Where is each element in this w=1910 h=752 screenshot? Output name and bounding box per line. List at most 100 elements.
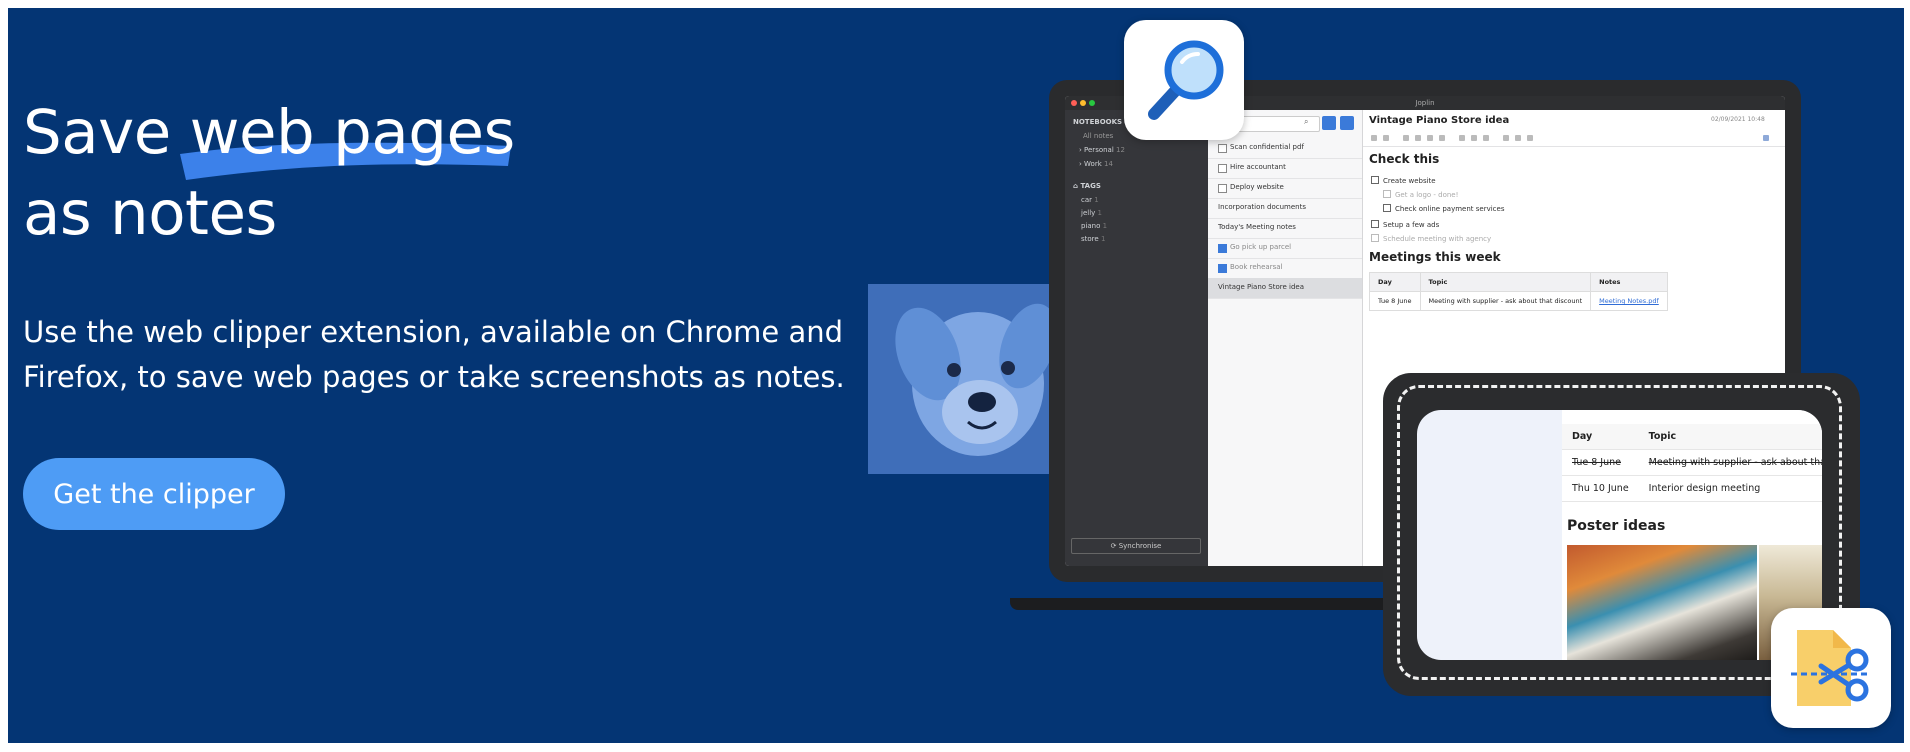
tag-label: car [1081,196,1093,204]
synchronise-button[interactable]: ⟳ Synchronise [1071,538,1201,554]
todo-checkbox[interactable] [1218,264,1227,273]
meetings-table: Day Topic Notes Tue 8 June Meeting with … [1369,272,1668,311]
bullet-list-icon[interactable] [1503,135,1509,141]
checkbox[interactable] [1383,190,1391,198]
back-icon[interactable] [1371,135,1377,141]
clipper-app-icon [1771,608,1891,728]
strike-icon[interactable] [1439,135,1445,141]
table-cell: Tue 8 June [1562,449,1639,476]
sidebar-notebook-work[interactable]: › Work 14 [1079,160,1113,168]
tags-header-label: TAGS [1080,182,1101,190]
clip-preview: Day Topic Tue 8 June Meeting with suppli… [1417,410,1822,660]
hero-description: Use the web clipper extension, available… [23,315,845,394]
note-list: ⌕ Scan confidential pdf Hire accountant … [1208,110,1363,566]
note-list-item[interactable]: Deploy website [1208,178,1362,199]
link-icon[interactable] [1459,135,1465,141]
notebook-count: 14 [1104,160,1113,168]
checklist-label: Create website [1383,177,1436,185]
note-list-item[interactable]: Go pick up parcel [1208,238,1362,259]
tag-icon: ⌂ [1073,182,1079,190]
checklist-label: Schedule meeting with agency [1383,235,1492,243]
headline-part1: Save [23,97,190,168]
notebook-label: Work [1084,160,1102,168]
notebook-count: 12 [1116,146,1125,154]
note-list-item[interactable]: Scan confidential pdf [1208,138,1362,159]
checklist-icon[interactable] [1527,135,1533,141]
search-app-icon [1124,20,1244,140]
new-todo-button[interactable] [1322,116,1336,130]
tags-header[interactable]: ⌂ TAGS [1073,182,1101,190]
column-header: Topic [1419,272,1592,292]
sidebar-all-notes[interactable]: All notes [1083,132,1113,140]
todo-checkbox[interactable] [1218,144,1227,153]
tag-label: store [1081,235,1099,243]
column-header: Day [1369,272,1421,292]
sidebar-tag-jelly[interactable]: jelly 1 [1081,209,1102,217]
checkbox[interactable] [1371,176,1379,184]
note-list-item[interactable]: Incorporation documents [1208,198,1362,219]
layout-toggle-icon[interactable] [1763,135,1769,141]
clip-table: Day Topic Tue 8 June Meeting with suppli… [1562,424,1822,502]
headline-line2: as notes [23,178,277,249]
forward-icon[interactable] [1383,135,1389,141]
bold-icon[interactable] [1403,135,1409,141]
note-list-item-selected[interactable]: Vintage Piano Store idea [1208,278,1362,299]
table-header-row: Day Topic Notes [1369,272,1668,292]
hero-banner: Save web pages as notes Use the web clip… [8,8,1904,743]
checklist-item[interactable]: Get a logo - done! [1383,190,1458,199]
close-window-icon[interactable] [1071,100,1077,106]
piano-photo [1567,545,1757,660]
numbered-list-icon[interactable] [1515,135,1521,141]
checkbox[interactable] [1383,204,1391,212]
note-list-item[interactable]: Hire accountant [1208,158,1362,179]
highlight-icon[interactable] [1427,135,1433,141]
checkbox[interactable] [1371,220,1379,228]
note-title: Book rehearsal [1230,263,1283,271]
note-title-field[interactable]: Vintage Piano Store idea [1369,115,1509,126]
column-header: Topic [1638,424,1822,450]
minimize-window-icon[interactable] [1080,100,1086,106]
table-cell: Tue 8 June [1369,291,1421,311]
todo-checkbox[interactable] [1218,244,1227,253]
table-cell: Meeting with supplier - ask about that d… [1419,291,1592,311]
checklist-item[interactable]: Create website [1371,176,1436,185]
maximize-window-icon[interactable] [1089,100,1095,106]
checklist-item[interactable]: Check online payment services [1383,204,1504,213]
note-date: 02/09/2021 10:48 [1711,116,1765,123]
column-header: Day [1562,424,1639,450]
new-note-button[interactable] [1340,116,1354,130]
search-icon: ⌕ [1304,117,1309,126]
sidebar-notebook-personal[interactable]: › Personal 12 [1079,146,1125,154]
note-title: Incorporation documents [1218,203,1307,211]
table-cell: Thu 10 June [1562,475,1639,502]
sidebar-tag-piano[interactable]: piano 1 [1081,222,1107,230]
dog-photo [868,284,1050,474]
sidebar-tag-store[interactable]: store 1 [1081,235,1105,243]
tag-count: 1 [1100,235,1106,243]
note-list-item[interactable]: Today's Meeting notes [1208,218,1362,239]
attach-icon[interactable] [1483,135,1489,141]
todo-checkbox[interactable] [1218,164,1227,173]
sidebar-tag-car[interactable]: car 1 [1081,196,1099,204]
checklist-item[interactable]: Schedule meeting with agency [1371,234,1491,243]
attachment-link[interactable]: Meeting Notes.pdf [1590,291,1668,311]
note-list-item[interactable]: Book rehearsal [1208,258,1362,279]
magnifier-icon [1148,40,1224,120]
checkbox[interactable] [1371,234,1379,242]
checklist-label: Get a logo - done! [1395,191,1459,199]
sync-icon: ⟳ [1110,542,1117,550]
todo-checkbox[interactable] [1218,184,1227,193]
get-clipper-button[interactable]: Get the clipper [23,458,285,530]
checklist-label: Setup a few ads [1383,221,1440,229]
checklist-label: Check online payment services [1395,205,1505,213]
table-cell: Meeting with supplier - ask about that d… [1638,449,1822,476]
tag-label: jelly [1081,209,1096,217]
tag-label: piano [1081,222,1101,230]
code-icon[interactable] [1471,135,1477,141]
checklist-item[interactable]: Setup a few ads [1371,220,1439,229]
notebooks-header[interactable]: NOTEBOOKS [1073,118,1122,126]
table-cell: Interior design meeting [1638,475,1822,502]
note-title: Vintage Piano Store idea [1218,283,1304,291]
italic-icon[interactable] [1415,135,1421,141]
sync-label: Synchronise [1118,542,1162,550]
